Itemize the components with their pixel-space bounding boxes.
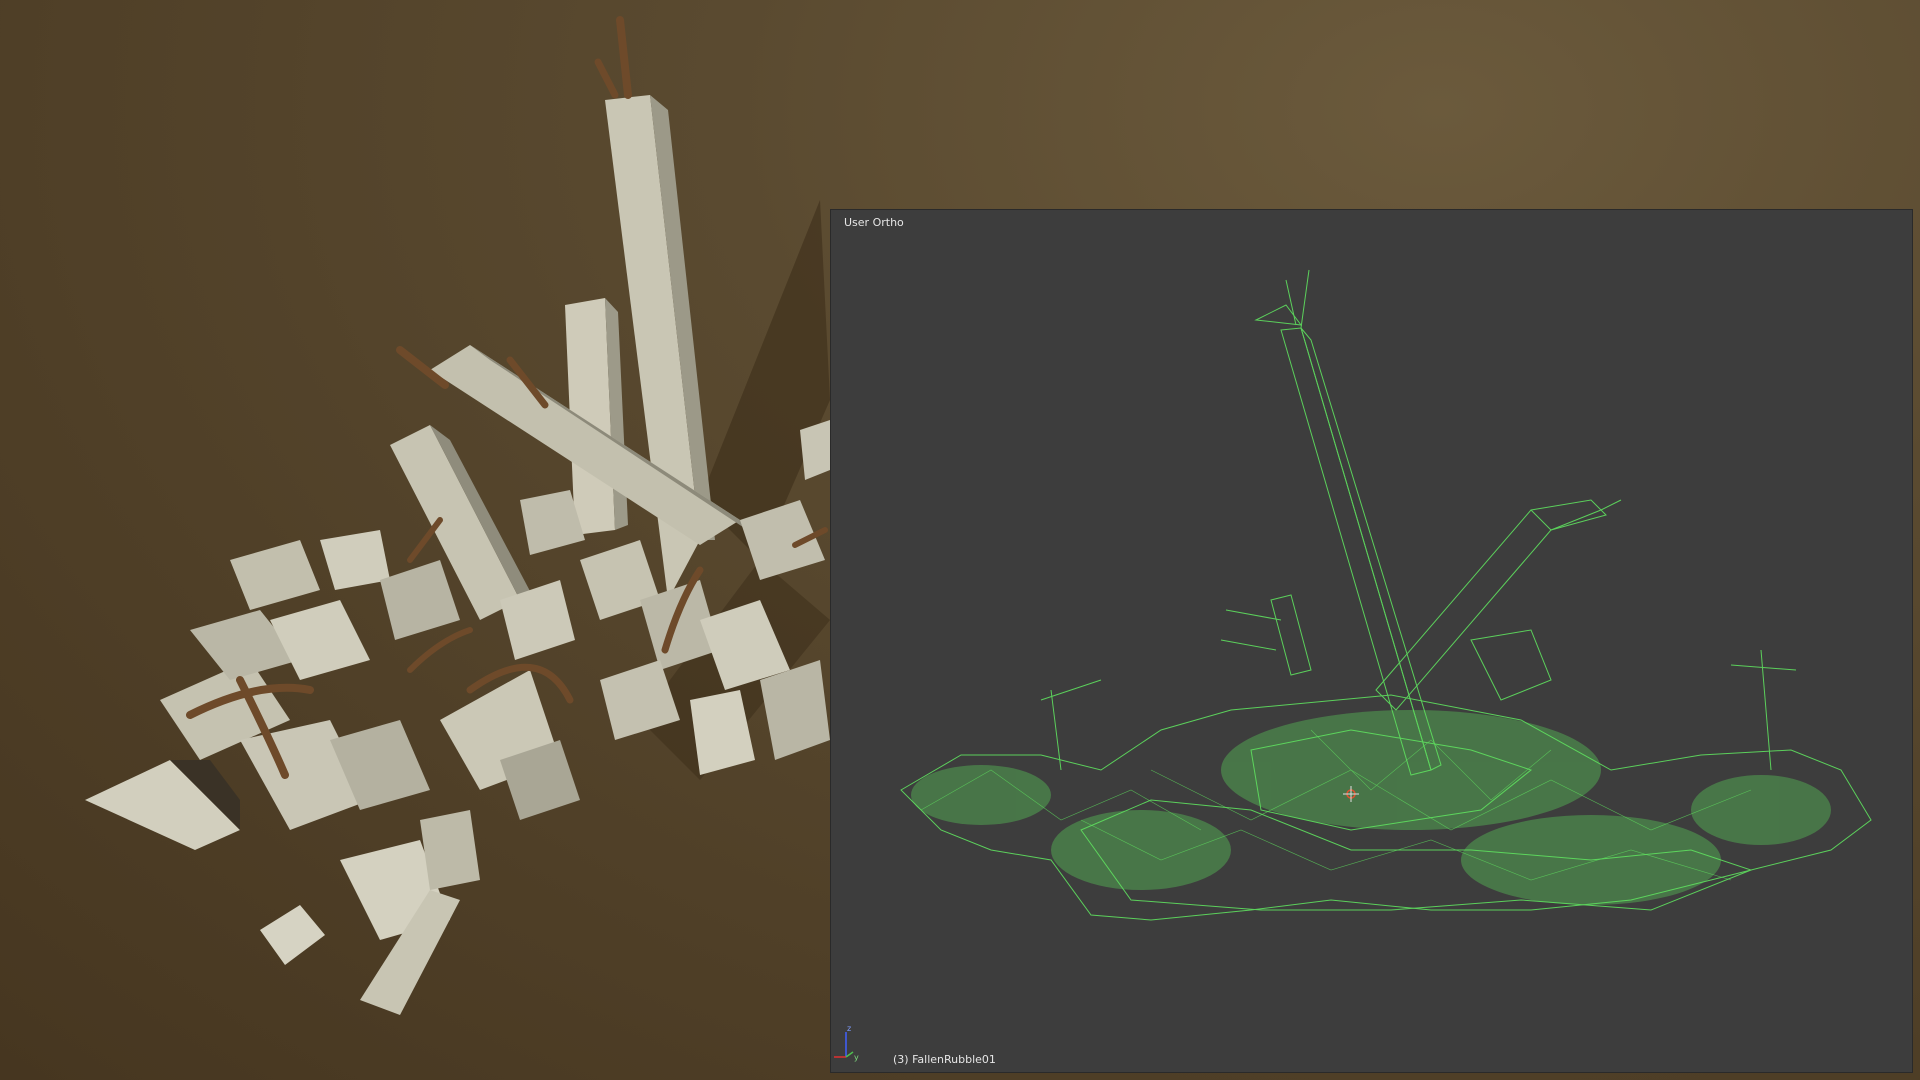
wire-beam [1530, 499, 1607, 531]
wire-dense-cluster [911, 765, 1051, 825]
rubble-block [380, 560, 460, 640]
y-axis-line [845, 1051, 854, 1058]
wire-rebar [1220, 609, 1282, 651]
rebar [594, 58, 619, 99]
axis-gizmo: z y [834, 1024, 859, 1062]
rubble-block [320, 530, 390, 590]
rubble-block [270, 600, 370, 680]
pillar-shadow [700, 200, 830, 560]
wire-dense-cluster [1691, 775, 1831, 845]
rebar [616, 16, 632, 99]
rebar [407, 517, 443, 563]
wire-beam [1375, 509, 1552, 711]
wire-pillar-side [1300, 327, 1442, 771]
rubble-block [260, 905, 325, 965]
wire-pillar-small [1270, 594, 1312, 676]
rubble-block [230, 540, 320, 610]
wire-rebar [1285, 269, 1310, 329]
z-axis-label: z [847, 1024, 851, 1033]
wire-block [1470, 629, 1552, 701]
3d-viewport[interactable]: User Ortho z y (3) FallenRubble01 [830, 209, 1913, 1073]
wire-dense-cluster [1221, 710, 1601, 830]
rubble-block [800, 420, 830, 480]
application-window: User Ortho z y (3) FallenRubble01 [0, 0, 1920, 1080]
active-object-label: (3) FallenRubble01 [893, 1053, 996, 1066]
wire-rebar [1040, 679, 1102, 771]
wire-pillar [1280, 327, 1432, 776]
rubble-block [420, 810, 480, 890]
wire-dense-cluster [1461, 815, 1721, 905]
rebar [407, 627, 473, 673]
wireframe-mesh [900, 269, 1872, 921]
y-axis-label: y [854, 1053, 859, 1062]
